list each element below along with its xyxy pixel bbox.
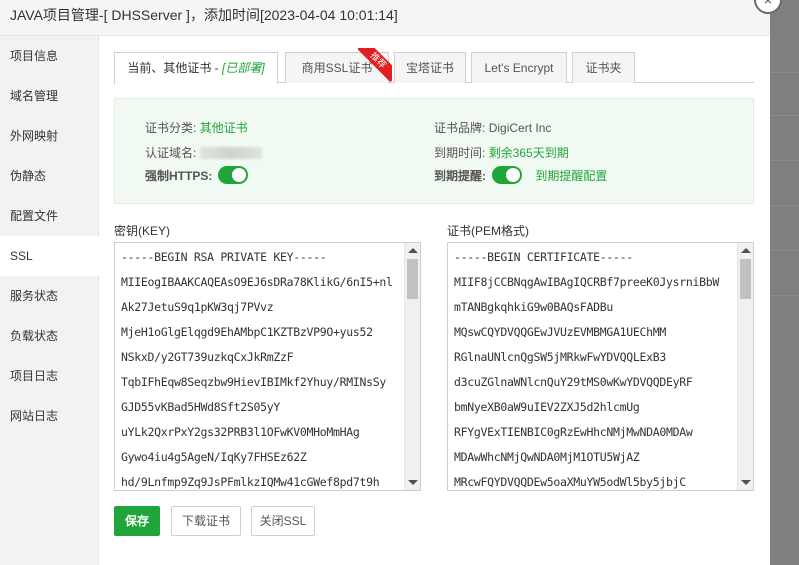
text-line: -----BEGIN RSA PRIVATE KEY-----	[121, 250, 327, 264]
text-line: MIIF8jCCBNqgAwIBAgIQCRBf7preeK0JysrniBbW	[454, 275, 719, 289]
text-line: MjeH1oGlgElqgd9EhAMbpC1KZTBzVP9O+yus52	[121, 325, 373, 339]
force-https: 强制HTTPS:	[145, 166, 249, 184]
cert-scrollbar[interactable]	[737, 243, 753, 490]
key-field-label: 密钥(KEY)	[114, 224, 171, 238]
redacted-domain	[200, 146, 263, 159]
cert-brand: 证书品牌: DigiCert Inc	[434, 119, 551, 136]
text-line: RFYgVExTIENBIC0gRzEwHhcNMjMwNDA0MDAw	[454, 425, 693, 439]
cert-category: 证书分类: 其他证书	[145, 119, 248, 136]
text-line: d3cuZGlnaWNlcnQuY29tMS0wKwYDVQQDEyRF	[454, 375, 693, 389]
sidebar-item-service-status[interactable]: 服务状态	[0, 276, 98, 316]
text-line: hd/9Lnfmp9Zq9JsPFmlkzIQMw41cGWef8pd7t9h	[121, 475, 380, 489]
save-button[interactable]: 保存	[114, 506, 160, 536]
cert-category-value: 其他证书	[199, 121, 248, 135]
key-scrollbar[interactable]	[404, 243, 420, 490]
certificate-textarea[interactable]: -----BEGIN CERTIFICATE----- MIIF8jCCBNqgA…	[447, 242, 754, 491]
text-line: RGlnaUNlcnQgSW5jMRkwFwYDVQQLExB3	[454, 350, 666, 364]
expiry-reminder-toggle[interactable]	[492, 166, 522, 184]
close-ssl-button[interactable]: 关闭SSL	[251, 506, 315, 536]
ssl-panel: 当前、其他证书 - [已部署] 商用SSL证书 推荐 宝塔证书 Let's En…	[100, 36, 770, 565]
expiry-reminder-label: 到期提醒:	[434, 168, 486, 183]
java-project-dialog: JAVA项目管理-[ DHSServer ]，添加时间[2023-04-04 1…	[0, 0, 770, 565]
cert-expiry-value: 剩余365天到期	[488, 146, 569, 160]
cert-domain: 认证域名:	[145, 144, 263, 161]
text-line: MIIEogIBAAKCAQEAsO9EJ6sDRa78KlikG/6nI5+n…	[121, 275, 393, 289]
text-line: -----BEGIN CERTIFICATE-----	[454, 250, 633, 264]
scroll-thumb[interactable]	[407, 259, 418, 299]
tab-baota-cert[interactable]: 宝塔证书	[394, 52, 466, 83]
cert-expiry: 到期时间: 剩余365天到期	[434, 144, 569, 161]
expiry-reminder: 到期提醒: 到期提醒配置	[434, 166, 607, 184]
cert-field-label: 证书(PEM格式)	[447, 224, 529, 238]
sidebar: 项目信息 域名管理 外网映射 伪静态 配置文件 SSL 服务状态 负载状态 项目…	[0, 36, 99, 565]
sidebar-item-config-file[interactable]: 配置文件	[0, 196, 98, 236]
tab-letsencrypt[interactable]: Let's Encrypt	[471, 52, 567, 83]
sidebar-item-project-info[interactable]: 项目信息	[0, 36, 98, 76]
tab-current-cert[interactable]: 当前、其他证书 - [已部署]	[114, 52, 278, 84]
sidebar-item-domain[interactable]: 域名管理	[0, 76, 98, 116]
sidebar-item-external-mapping[interactable]: 外网映射	[0, 116, 98, 156]
cert-category-label: 证书分类:	[145, 121, 197, 135]
text-line: GJD55vKBad5HWd8Sft2S05yY	[121, 400, 280, 414]
scroll-down-icon[interactable]	[741, 480, 751, 485]
scroll-down-icon[interactable]	[408, 480, 418, 485]
text-line: TqbIFhEqw8Seqzbw9HievIBIMkf2Yhuy/RMINsSy	[121, 375, 386, 389]
cert-info-box: 证书分类: 其他证书 证书品牌: DigiCert Inc 认证域名: 到期时间…	[114, 98, 754, 204]
deployed-tag: [已部署]	[222, 61, 265, 75]
recommend-ribbon: 推荐	[358, 48, 392, 82]
text-line: bmNyeXB0aW9uIEV2ZXJ5d2hlcmUg	[454, 400, 640, 414]
tab-commercial-ssl[interactable]: 商用SSL证书 推荐	[285, 48, 392, 83]
scroll-thumb[interactable]	[740, 259, 751, 299]
scroll-up-icon[interactable]	[408, 248, 418, 253]
tab-cert-folder[interactable]: 证书夹	[572, 52, 635, 83]
cert-brand-label: 证书品牌:	[434, 121, 486, 135]
sidebar-item-site-log[interactable]: 网站日志	[0, 396, 98, 436]
download-cert-button[interactable]: 下载证书	[171, 506, 241, 536]
text-line: Ak27JetuS9q1pKW3qj7PVvz	[121, 300, 274, 314]
text-line: MDAwWhcNMjQwNDA0MjM1OTU5WjAZ	[454, 450, 640, 464]
text-line: NSkxD/y2GT739uzkqCxJkRmZzF	[121, 350, 294, 364]
reminder-config-link[interactable]: 到期提醒配置	[535, 167, 607, 184]
text-line: mTANBgkqhkiG9w0BAQsFADBu	[454, 300, 613, 314]
private-key-textarea[interactable]: -----BEGIN RSA PRIVATE KEY----- MIIEogIBA…	[114, 242, 421, 491]
cert-brand-value: DigiCert Inc	[488, 120, 552, 135]
sidebar-item-load-status[interactable]: 负载状态	[0, 316, 98, 356]
sidebar-item-ssl[interactable]: SSL	[0, 236, 99, 276]
sidebar-item-rewrite[interactable]: 伪静态	[0, 156, 98, 196]
text-line: MRcwFQYDVQQDEw5oaXMuYW5odWl5by5jbjC	[454, 475, 686, 489]
modal-backdrop	[770, 0, 799, 565]
text-line: Gywo4iu4g5AgeN/IqKy7FHSEz62Z	[121, 450, 307, 464]
text-line: uYLk2QxrPxY2gs32PRB3l1OFwKV0MHoMmHAg	[121, 425, 360, 439]
private-key-content: -----BEGIN RSA PRIVATE KEY----- MIIEogIBA…	[121, 246, 404, 490]
force-https-toggle[interactable]	[218, 166, 249, 184]
certificate-content: -----BEGIN CERTIFICATE----- MIIF8jCCBNqgA…	[454, 246, 737, 490]
sidebar-item-project-log[interactable]: 项目日志	[0, 356, 98, 396]
cert-expiry-label: 到期时间:	[434, 146, 486, 160]
scroll-up-icon[interactable]	[741, 248, 751, 253]
dialog-title: JAVA项目管理-[ DHSServer ]，添加时间[2023-04-04 1…	[0, 0, 770, 36]
force-https-label: 强制HTTPS:	[145, 168, 213, 183]
tab-current-cert-label: 当前、其他证书 -	[127, 61, 222, 75]
text-line: MQswCQYDVQQGEwJVUzEVMBMGA1UEChMM	[454, 325, 666, 339]
cert-domain-label: 认证域名:	[145, 146, 197, 160]
recommend-badge: 推荐	[358, 48, 392, 82]
ssl-tabs: 当前、其他证书 - [已部署] 商用SSL证书 推荐 宝塔证书 Let's En…	[114, 48, 754, 84]
